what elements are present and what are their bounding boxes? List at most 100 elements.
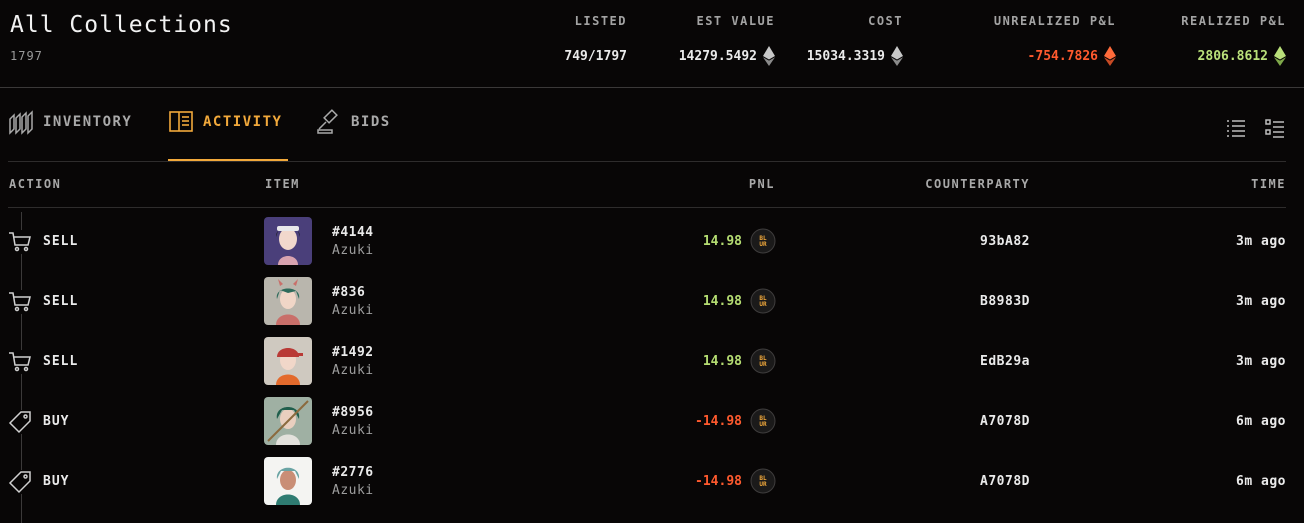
action-label: SELL xyxy=(43,294,79,309)
stat-cost-label: COST xyxy=(868,14,903,28)
activity-time: 6m ago xyxy=(1236,414,1286,429)
item-thumbnail[interactable] xyxy=(264,277,312,325)
stat-est-value-label: EST VALUE xyxy=(696,14,775,28)
book-icon xyxy=(169,111,193,132)
blur-token-icon: BLUR xyxy=(750,288,776,314)
tag-icon xyxy=(8,410,32,434)
stat-realized: REALIZED P&L 2806.8612 xyxy=(1181,14,1286,66)
pnl-value: 14.98 xyxy=(702,354,742,369)
tag-icon xyxy=(8,470,32,494)
item-id[interactable]: #1492 xyxy=(332,345,374,360)
column-header-item[interactable]: ITEM xyxy=(265,177,300,191)
item-collection: Azuki xyxy=(332,303,374,318)
svg-text:UR: UR xyxy=(759,241,767,248)
table-row[interactable]: SELL #836 Azuki 14.98 BL UR B8983D 3m ago xyxy=(0,277,1304,337)
counterparty-address[interactable]: B8983D xyxy=(980,294,1030,309)
action-label: SELL xyxy=(43,354,79,369)
tab-bids[interactable]: BIDS xyxy=(316,109,391,162)
stat-listed-label: LISTED xyxy=(574,14,627,28)
stat-realized-number: 2806.8612 xyxy=(1197,48,1268,64)
svg-text:UR: UR xyxy=(759,361,767,368)
item-collection: Azuki xyxy=(332,483,374,498)
activity-time: 3m ago xyxy=(1236,354,1286,369)
svg-text:UR: UR xyxy=(759,481,767,488)
cart-icon xyxy=(8,230,32,254)
stat-cost-number: 15034.3319 xyxy=(806,48,885,64)
item-id[interactable]: #4144 xyxy=(332,225,374,240)
azuki-avatar-image xyxy=(264,337,312,385)
tabs-divider xyxy=(8,161,1286,162)
azuki-avatar-image xyxy=(264,397,312,445)
column-header-counterparty[interactable]: COUNTERPARTY xyxy=(925,177,1030,191)
gavel-icon xyxy=(317,109,338,134)
stat-unrealized: UNREALIZED P&L -754.7826 xyxy=(994,14,1116,66)
cart-icon xyxy=(8,350,32,374)
tab-activity[interactable]: ACTIVITY xyxy=(168,111,283,162)
action-label: BUY xyxy=(43,474,70,489)
action-label: SELL xyxy=(43,234,79,249)
stat-unrealized-number: -754.7826 xyxy=(1027,48,1098,64)
item-collection: Azuki xyxy=(332,243,374,258)
counterparty-address[interactable]: A7078D xyxy=(980,414,1030,429)
tab-bids-label: BIDS xyxy=(351,114,391,130)
table-row[interactable]: SELL #4144 Azuki 14.98 BL UR 93bA82 3m ag… xyxy=(0,217,1304,277)
stat-listed-value: 749/1797 xyxy=(564,46,627,66)
table-row[interactable]: BUY #8956 Azuki -14.98 BL UR A7078D 6m ag… xyxy=(0,397,1304,457)
eth-icon xyxy=(1274,46,1286,66)
blur-token-icon: BLUR xyxy=(750,228,776,254)
azuki-avatar-image xyxy=(264,217,312,265)
detail-list-view-icon[interactable] xyxy=(1264,118,1286,140)
item-thumbnail[interactable] xyxy=(264,457,312,505)
pnl-value: 14.98 xyxy=(702,234,742,249)
stat-est-value: EST VALUE 14279.5492 xyxy=(679,14,775,66)
svg-text:UR: UR xyxy=(759,421,767,428)
stat-cost: COST 15034.3319 xyxy=(807,14,903,66)
blur-token-icon: BLUR xyxy=(750,348,776,374)
item-id[interactable]: #836 xyxy=(332,285,365,300)
activity-time: 3m ago xyxy=(1236,234,1286,249)
tab-inventory-label: INVENTORY xyxy=(43,114,133,130)
inventory-icon xyxy=(9,110,33,135)
table-divider xyxy=(8,207,1286,208)
blur-token-icon: BLUR xyxy=(750,408,776,434)
activity-time: 3m ago xyxy=(1236,294,1286,309)
tab-inventory[interactable]: INVENTORY xyxy=(8,110,133,162)
eth-icon xyxy=(891,46,903,66)
pnl-value: 14.98 xyxy=(702,294,742,309)
item-thumbnail[interactable] xyxy=(264,397,312,445)
column-header-time[interactable]: TIME xyxy=(1251,177,1286,191)
stat-listed-number: 749/1797 xyxy=(564,48,627,64)
stat-est-value-value: 14279.5492 xyxy=(679,46,775,66)
eth-icon xyxy=(763,46,775,66)
tab-bar: INVENTORY ACTIVITY BIDS xyxy=(8,109,1288,162)
blur-token-icon: BLUR xyxy=(750,468,776,494)
page-title: All Collections xyxy=(10,12,233,38)
item-thumbnail[interactable] xyxy=(264,337,312,385)
counterparty-address[interactable]: A7078D xyxy=(980,474,1030,489)
stat-unrealized-label: UNREALIZED P&L xyxy=(993,14,1116,28)
counterparty-address[interactable]: EdB29a xyxy=(980,354,1030,369)
pnl-value: -14.98 xyxy=(695,474,742,489)
counterparty-address[interactable]: 93bA82 xyxy=(980,234,1030,249)
item-id[interactable]: #8956 xyxy=(332,405,374,420)
column-header-action[interactable]: ACTION xyxy=(9,177,61,191)
item-thumbnail[interactable] xyxy=(264,217,312,265)
list-view-icon[interactable] xyxy=(1225,118,1247,140)
item-id[interactable]: #2776 xyxy=(332,465,374,480)
stat-listed: LISTED 749/1797 xyxy=(564,14,627,66)
table-row[interactable]: SELL #1492 Azuki 14.98 BL UR EdB29a 3m ag… xyxy=(0,337,1304,397)
eth-icon xyxy=(1104,46,1116,66)
item-collection: Azuki xyxy=(332,423,374,438)
svg-text:UR: UR xyxy=(759,301,767,308)
table-row[interactable]: BUY #2776 Azuki -14.98 BL UR A7078D 6m ag… xyxy=(0,457,1304,517)
stat-est-value-number: 14279.5492 xyxy=(678,48,757,64)
item-collection: Azuki xyxy=(332,363,374,378)
stat-realized-label: REALIZED P&L xyxy=(1181,14,1286,28)
stat-unrealized-value: -754.7826 xyxy=(994,46,1116,66)
column-header-pnl[interactable]: PNL xyxy=(749,177,775,191)
header-divider xyxy=(0,87,1304,88)
view-toggle xyxy=(1225,118,1286,140)
activity-time: 6m ago xyxy=(1236,474,1286,489)
cart-icon xyxy=(8,290,32,314)
tab-activity-label: ACTIVITY xyxy=(203,114,283,130)
